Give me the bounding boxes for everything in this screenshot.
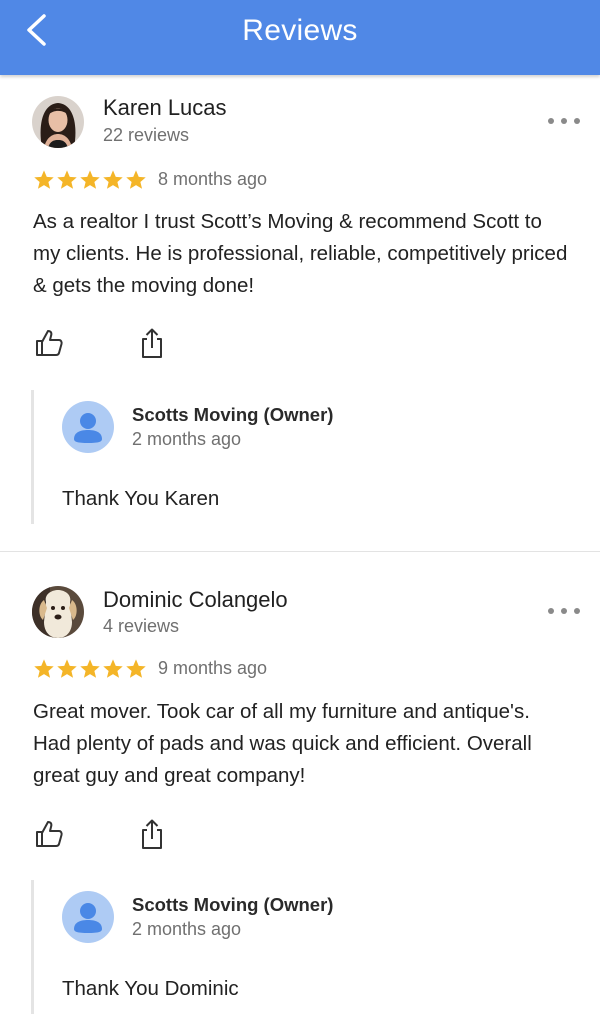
owner-avatar — [62, 401, 114, 453]
owner-reply: Scotts Moving (Owner) 2 months ago Thank… — [31, 390, 554, 524]
reviewer-review-count: 4 reviews — [103, 616, 180, 636]
star-icon — [126, 170, 146, 189]
star-icon — [80, 659, 100, 678]
owner-name: Scotts Moving (Owner) — [132, 894, 334, 915]
review-card: Dominic Colangelo 4 reviews 9 months ago… — [0, 552, 600, 1021]
reviewer-review-count: 22 reviews — [103, 125, 190, 145]
dot-icon — [574, 608, 580, 614]
like-button[interactable] — [32, 326, 66, 360]
more-options-button[interactable] — [548, 601, 580, 621]
owner-reply-text: Thank You Dominic — [62, 977, 239, 1000]
owner-reply-text: Thank You Karen — [62, 487, 220, 510]
star-icon — [80, 170, 100, 189]
person-icon — [74, 903, 102, 933]
share-button[interactable] — [135, 326, 169, 360]
owner-name: Scotts Moving (Owner) — [132, 404, 334, 425]
thumbs-up-icon — [36, 821, 63, 847]
review-time: 9 months ago — [158, 658, 268, 678]
review-text: As a realtor I trust Scott’s Moving & re… — [33, 210, 568, 297]
star-rating — [33, 169, 147, 191]
share-button[interactable] — [135, 817, 169, 851]
dot-icon — [561, 118, 567, 124]
owner-reply: Scotts Moving (Owner) 2 months ago Thank… — [31, 880, 554, 1014]
dot-icon — [548, 608, 554, 614]
page-title: Reviews — [242, 13, 358, 47]
star-icon — [34, 170, 54, 189]
owner-reply-time: 2 months ago — [132, 429, 242, 449]
reviewer-name[interactable]: Karen Lucas — [103, 95, 227, 121]
person-icon — [74, 413, 102, 443]
review-text: Great mover. Took car of all my furnitur… — [33, 700, 532, 787]
star-icon — [103, 659, 123, 678]
star-icon — [57, 170, 77, 189]
review-card: Karen Lucas 22 reviews 8 months ago As a… — [0, 75, 600, 551]
back-button[interactable] — [18, 12, 54, 48]
dot-icon — [561, 608, 567, 614]
owner-avatar — [62, 891, 114, 943]
share-icon — [142, 328, 162, 358]
dot-icon — [574, 118, 580, 124]
star-icon — [126, 659, 146, 678]
owner-reply-time: 2 months ago — [132, 919, 242, 939]
share-icon — [142, 819, 162, 849]
thumbs-up-icon — [36, 330, 63, 356]
dot-icon — [548, 118, 554, 124]
like-button[interactable] — [32, 817, 66, 851]
star-rating — [33, 658, 147, 680]
review-time: 8 months ago — [158, 169, 268, 189]
app-bar: Reviews — [0, 0, 600, 75]
more-options-button[interactable] — [548, 111, 580, 131]
star-icon — [103, 170, 123, 189]
star-icon — [34, 659, 54, 678]
star-icon — [57, 659, 77, 678]
chevron-left-icon — [27, 14, 46, 46]
reviewer-avatar[interactable] — [32, 586, 84, 638]
reviewer-avatar[interactable] — [32, 96, 84, 148]
reviewer-name[interactable]: Dominic Colangelo — [103, 587, 288, 613]
